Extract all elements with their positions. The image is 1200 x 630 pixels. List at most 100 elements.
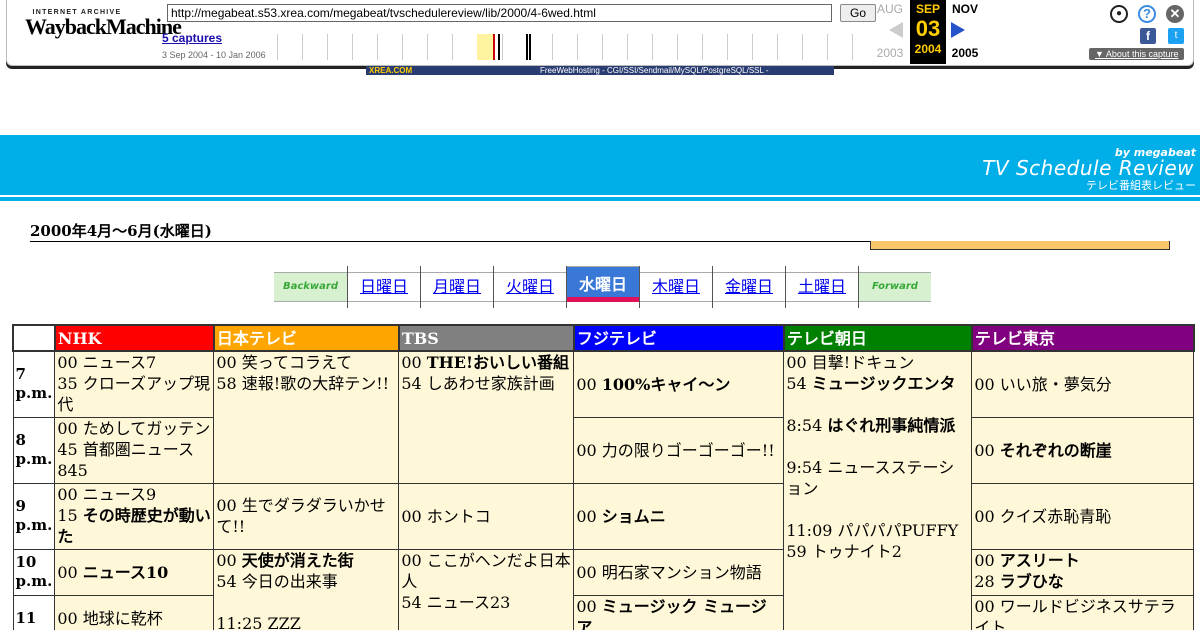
program-cell: 00 ショムニ bbox=[573, 482, 785, 550]
nav-day-label[interactable]: 土曜日 bbox=[786, 272, 858, 302]
ad-right-text: FreeWebHosting - CGI/SSI/Sendmail/MySQL/… bbox=[540, 66, 769, 75]
channel-header-tvt: テレビ東京 bbox=[970, 324, 1195, 352]
captures-link[interactable]: 5 captures bbox=[162, 31, 222, 45]
program-entry: 00 ワールドビジネスサテライト bbox=[974, 596, 1176, 630]
program-entry: 00 クイズ赤恥青恥 bbox=[974, 506, 1112, 526]
ad-banner[interactable]: XREA.COM FreeWebHosting - CGI/SSI/Sendma… bbox=[366, 66, 834, 75]
user-icon[interactable]: ● bbox=[1110, 5, 1128, 23]
nav-backward[interactable]: Backward bbox=[274, 266, 347, 308]
sparkline-year-tick bbox=[827, 34, 828, 60]
nav-day-mon[interactable]: 月曜日 bbox=[420, 266, 493, 308]
program-entry: 00 地球に乾杯 bbox=[57, 608, 163, 628]
program-title: ショムニ bbox=[601, 506, 666, 526]
hour-row-7: 7 p.m. 00 ニュース7 35 クローズアップ現代 00 笑ってコラえて 58 … bbox=[12, 350, 1195, 630]
program-cell: 00 天使が消えた街 54 今日の出来事 11:25 ZZZ bbox=[213, 548, 400, 630]
url-input[interactable]: http://megabeat.s53.xrea.com/megabeat/tv… bbox=[167, 4, 832, 22]
prev-year-label[interactable]: 2003 bbox=[872, 46, 908, 60]
nav-forward[interactable]: Forward bbox=[858, 266, 931, 308]
prev-capture-arrow-icon[interactable] bbox=[889, 22, 903, 38]
program-cell: 00 いい旅・夢気分 bbox=[971, 350, 1195, 418]
program-title: その時歴史が動いた bbox=[57, 505, 211, 546]
nav-day-label[interactable]: 火曜日 bbox=[494, 272, 566, 302]
program-title: はぐれ刑事純情派 bbox=[827, 416, 956, 435]
facebook-icon[interactable]: f bbox=[1140, 28, 1156, 44]
channel-header-row: NHK 日本テレビ TBS フジテレビ テレビ朝日 テレビ東京 bbox=[12, 324, 1195, 352]
sparkline-year-tick bbox=[277, 34, 278, 60]
sparkline-year-tick bbox=[727, 34, 728, 60]
nav-day-sun[interactable]: 日曜日 bbox=[347, 266, 420, 308]
program-title: ニュース10 bbox=[82, 562, 169, 582]
program-title: ミュージックエンタ bbox=[811, 374, 956, 393]
sparkline-year-tick bbox=[352, 34, 353, 60]
prev-month-label[interactable]: AUG bbox=[872, 2, 908, 16]
go-button[interactable]: Go bbox=[840, 4, 876, 22]
program-cell: 00 力の限りゴーゴーゴー!! bbox=[573, 416, 785, 484]
program-entry: 00 アスリート bbox=[974, 550, 1080, 570]
nav-day-label[interactable]: 金曜日 bbox=[713, 272, 785, 302]
nav-day-sat[interactable]: 土曜日 bbox=[785, 266, 858, 308]
program-cell: 00 明石家マンション物語 bbox=[573, 548, 785, 596]
hour-row-11: 11 00 地球に乾杯 00 ミュージック ミュージア 00 ワールドビジネスサ… bbox=[12, 594, 1195, 630]
program-entry bbox=[786, 394, 969, 415]
corner-cell bbox=[12, 324, 56, 352]
program-entry: 00 ニュース9 bbox=[57, 484, 157, 504]
program-entry: 00 ためしてガッテン bbox=[57, 418, 211, 438]
sparkline-capture-bar bbox=[526, 34, 528, 60]
program-title: ラブひな bbox=[999, 571, 1064, 591]
program-entry: 00 100%キャイ～ン bbox=[576, 374, 731, 394]
twitter-icon[interactable]: t bbox=[1168, 28, 1184, 44]
program-entry: 11:09 パパパパPUFFY bbox=[786, 521, 959, 540]
program-title: それぞれの断崖 bbox=[999, 440, 1112, 460]
sparkline-year-tick bbox=[327, 34, 328, 60]
nav-day-fri[interactable]: 金曜日 bbox=[712, 266, 785, 308]
current-capture-date: SEP 03 2004 bbox=[910, 0, 946, 64]
about-capture-button[interactable]: ▼ About this capture bbox=[1089, 48, 1185, 60]
nav-backward-label[interactable]: Backward bbox=[274, 272, 347, 302]
nav-day-label[interactable]: 日曜日 bbox=[348, 272, 420, 302]
capture-sparkline[interactable] bbox=[269, 32, 869, 60]
sparkline-year-tick bbox=[702, 34, 703, 60]
nav-forward-label[interactable]: Forward bbox=[859, 272, 931, 302]
channel-header-ntv: 日本テレビ bbox=[212, 324, 400, 352]
program-entry: 00 それぞれの断崖 bbox=[974, 440, 1112, 460]
nav-day-tue[interactable]: 火曜日 bbox=[493, 266, 566, 308]
time-cell: 7 p.m. bbox=[12, 350, 56, 418]
program-cell: 00 ニュース7 35 クローズアップ現代 bbox=[54, 350, 215, 418]
program-entry: 54 ニュース23 bbox=[401, 592, 511, 612]
nav-day-label[interactable]: 木曜日 bbox=[640, 272, 712, 302]
program-entry: 8:54 はぐれ刑事純情派 bbox=[786, 416, 956, 435]
day-navigation: Backward 日曜日 月曜日 火曜日 水曜日 木曜日 金曜日 土曜日 For… bbox=[274, 266, 931, 308]
next-capture-arrow-icon[interactable] bbox=[951, 22, 965, 38]
help-icon[interactable]: ? bbox=[1138, 5, 1156, 23]
program-entry: 00 ここがヘンだよ日本人 bbox=[401, 550, 571, 591]
program-cell: 00 それぞれの断崖 bbox=[971, 416, 1195, 484]
close-icon[interactable]: ✕ bbox=[1166, 5, 1184, 23]
wayback-logo[interactable]: INTERNET ARCHIVE WaybackMachine bbox=[25, 9, 182, 39]
current-year: 2004 bbox=[914, 42, 942, 56]
schedule-table: NHK 日本テレビ TBS フジテレビ テレビ朝日 テレビ東京 7 p.m. 00… bbox=[12, 324, 1195, 630]
program-cell: 00 ためしてガッテン 45 首都圏ニュース845 bbox=[54, 416, 215, 484]
program-cell: 00 ニュース10 bbox=[54, 548, 215, 596]
sparkline-year-tick bbox=[302, 34, 303, 60]
time-cell: 9 p.m. bbox=[12, 482, 56, 550]
program-entry: 00 生でダラダラいかせて!! bbox=[216, 496, 386, 536]
time-cell: 10 p.m. bbox=[12, 548, 56, 596]
program-entry: 00 ミュージック ミュージア bbox=[576, 596, 781, 630]
next-month-label[interactable]: NOV bbox=[947, 2, 983, 16]
nav-day-label-active: 水曜日 bbox=[567, 266, 639, 302]
hour-row-8: 8 p.m. 00 ためしてガッテン 45 首都圏ニュース845 00 力の限りゴー… bbox=[12, 416, 1195, 484]
nav-day-label[interactable]: 月曜日 bbox=[421, 272, 493, 302]
channel-header-tbs: TBS bbox=[397, 324, 575, 352]
hour-row-10: 10 p.m. 00 ニュース10 00 天使が消えた街 54 今日の出来事 11:… bbox=[12, 548, 1195, 630]
program-entry: 00 明石家マンション物語 bbox=[576, 562, 762, 582]
program-cell: 00 ここがヘンだよ日本人 54 ニュース23 bbox=[398, 548, 575, 630]
sparkline-year-tick bbox=[652, 34, 653, 60]
nav-day-thu[interactable]: 木曜日 bbox=[639, 266, 712, 308]
program-entry: 15 その時歴史が動いた bbox=[57, 505, 211, 546]
next-year-label[interactable]: 2005 bbox=[947, 46, 983, 60]
sparkline-year-tick bbox=[677, 34, 678, 60]
program-cell: 00 ミュージック ミュージア bbox=[573, 594, 785, 630]
program-entry bbox=[786, 499, 969, 520]
program-entry: 00 力の限りゴーゴーゴー!! bbox=[576, 440, 775, 460]
logo-main-text: WaybackMachine bbox=[25, 14, 182, 39]
